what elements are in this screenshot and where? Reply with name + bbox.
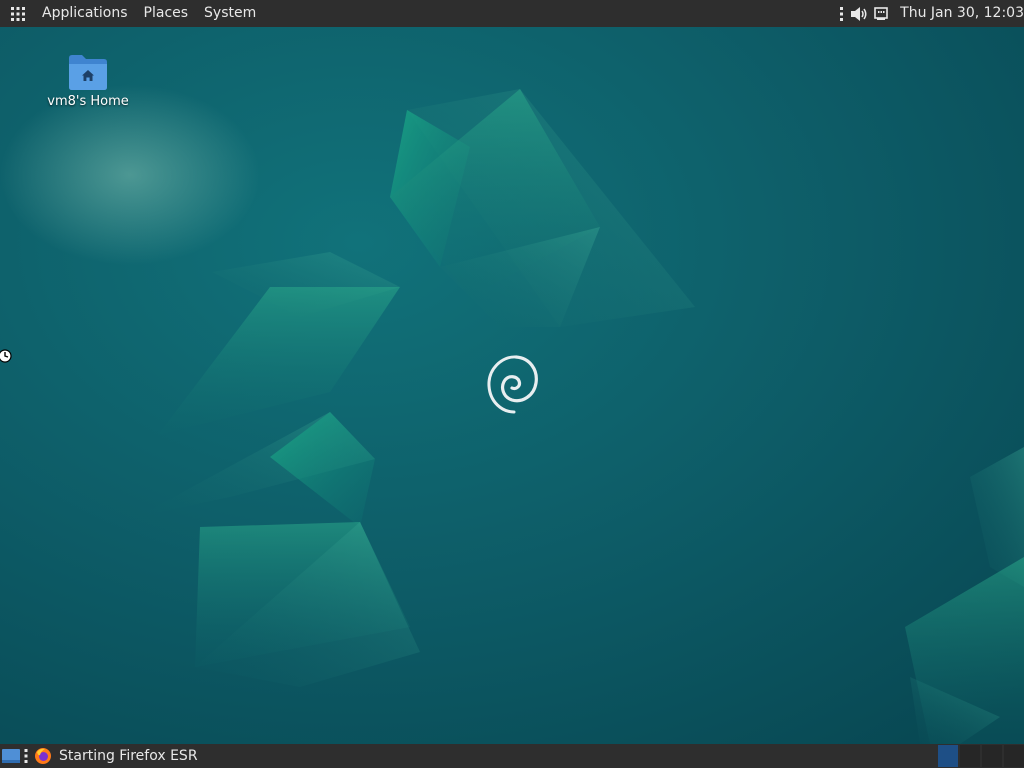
top-panel: Applications Places System Thu Jan 30, 1… xyxy=(0,0,1024,27)
menu-applications[interactable]: Applications xyxy=(34,0,136,27)
desktop-icon-home[interactable]: vm8's Home xyxy=(40,52,136,109)
desktop-icon-label: vm8's Home xyxy=(47,94,129,109)
bottom-panel: Starting Firefox ESR xyxy=(0,744,1024,768)
taskbar-item-firefox[interactable]: Starting Firefox ESR xyxy=(30,744,198,768)
workspace-3[interactable] xyxy=(982,745,1002,767)
workspace-1[interactable] xyxy=(938,745,958,767)
volume-icon[interactable] xyxy=(850,6,868,22)
show-desktop-icon[interactable] xyxy=(0,744,22,768)
workspace-switcher xyxy=(936,744,1024,768)
wallpaper xyxy=(0,27,1024,744)
panel-handle-icon[interactable] xyxy=(22,744,30,768)
taskbar-item-label: Starting Firefox ESR xyxy=(59,748,198,764)
workspace-4[interactable] xyxy=(1004,745,1024,767)
desktop-screen: Applications Places System Thu Jan 30, 1… xyxy=(0,0,1024,768)
busy-cursor-icon xyxy=(0,349,12,363)
system-tray: Thu Jan 30, 12:03 xyxy=(839,0,1024,27)
clock[interactable]: Thu Jan 30, 12:03 xyxy=(900,0,1024,27)
menu-places[interactable]: Places xyxy=(136,0,197,27)
more-icon[interactable] xyxy=(839,6,845,22)
firefox-icon xyxy=(35,748,51,764)
network-icon[interactable] xyxy=(873,6,889,22)
menu-system[interactable]: System xyxy=(196,0,264,27)
applications-grid-icon[interactable] xyxy=(10,6,26,22)
home-folder-icon xyxy=(69,55,107,90)
workspace-2[interactable] xyxy=(960,745,980,767)
